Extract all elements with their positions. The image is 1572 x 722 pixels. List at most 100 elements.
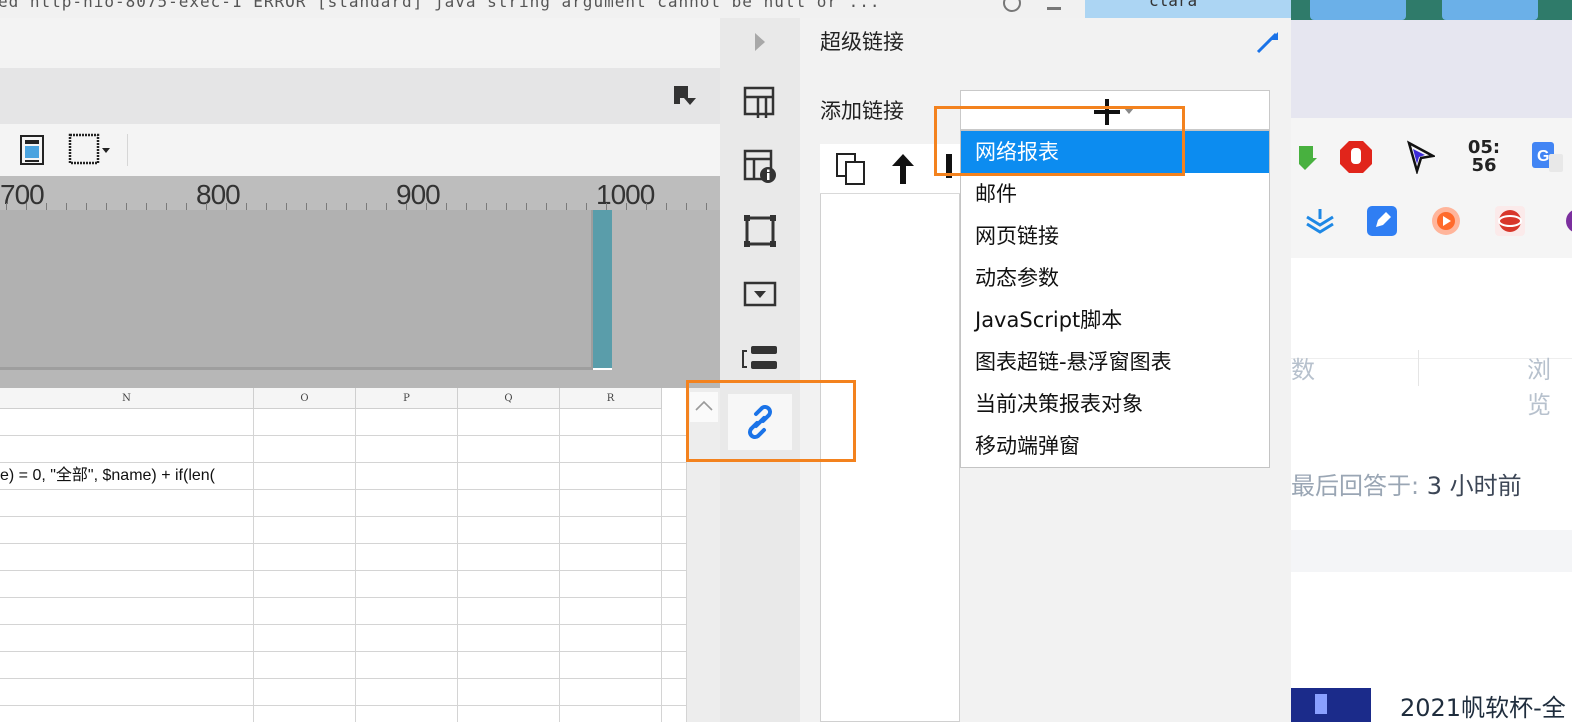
grid-cell[interactable]: [458, 436, 560, 463]
grid-cell[interactable]: [560, 652, 662, 679]
grid-cell[interactable]: [0, 517, 254, 544]
grid-cell[interactable]: [662, 463, 687, 490]
cell-attribute-button[interactable]: [740, 82, 780, 122]
cursor-icon[interactable]: [1403, 140, 1437, 174]
grid-cell[interactable]: [560, 409, 662, 436]
window-tab[interactable]: clara: [1085, 0, 1291, 18]
grid-cell[interactable]: [254, 598, 356, 625]
note-icon[interactable]: [1365, 204, 1399, 238]
image-tool-button[interactable]: [18, 132, 46, 168]
grid-cell[interactable]: [560, 517, 662, 544]
collapse-panel-button[interactable]: [740, 22, 780, 62]
download-icon[interactable]: [1291, 138, 1325, 172]
browser-tab[interactable]: [1310, 0, 1406, 20]
grid-cell[interactable]: [254, 490, 356, 517]
menu-item-web-link[interactable]: 网页链接: [961, 215, 1269, 257]
grid-cell[interactable]: [0, 679, 254, 706]
grid-cell[interactable]: [356, 706, 458, 722]
column-header-r[interactable]: R: [560, 388, 662, 409]
menu-item-chart-hover[interactable]: 图表超链-悬浮窗图表: [961, 341, 1269, 383]
search-icon[interactable]: [1003, 0, 1021, 12]
grid-cell[interactable]: [662, 436, 687, 463]
grid-cell[interactable]: [356, 463, 458, 490]
column-header-o[interactable]: O: [254, 388, 356, 409]
menu-item-mobile-popup[interactable]: 移动端弹窗: [961, 425, 1269, 467]
grid-cell[interactable]: [662, 571, 687, 598]
grid-cell[interactable]: [662, 517, 687, 544]
grid-cell[interactable]: [254, 544, 356, 571]
grid-cell[interactable]: [254, 571, 356, 598]
layers-icon[interactable]: [1303, 204, 1337, 238]
grid-cell[interactable]: [458, 571, 560, 598]
grid-cell[interactable]: [560, 598, 662, 625]
grid-cell[interactable]: [356, 517, 458, 544]
grid-cell[interactable]: [356, 598, 458, 625]
widget-frame-button[interactable]: [740, 211, 780, 251]
grid-cell[interactable]: [560, 490, 662, 517]
grid-cell[interactable]: [356, 490, 458, 517]
grid-cell[interactable]: [0, 436, 254, 463]
grid-cell[interactable]: [0, 706, 254, 722]
article-thumbnail[interactable]: [1291, 688, 1371, 722]
dropdown-menu-icon[interactable]: [672, 84, 698, 108]
grid-cell[interactable]: [458, 463, 560, 490]
grid-cell[interactable]: [560, 679, 662, 706]
grid-cell[interactable]: [458, 409, 560, 436]
menu-item-email[interactable]: 邮件: [961, 173, 1269, 215]
grid-cell[interactable]: [356, 409, 458, 436]
grid-cell[interactable]: [0, 490, 254, 517]
grid-cell[interactable]: [662, 409, 687, 436]
grid-cell[interactable]: [0, 544, 254, 571]
grid-cell[interactable]: [560, 706, 662, 722]
grid-cell[interactable]: [458, 652, 560, 679]
grid-cell[interactable]: [662, 544, 687, 571]
grid-cell[interactable]: [356, 625, 458, 652]
clock-badge[interactable]: 05: 56: [1467, 139, 1501, 175]
grid-cell[interactable]: [560, 571, 662, 598]
grid-cell[interactable]: [458, 544, 560, 571]
extension-icon[interactable]: [1555, 204, 1572, 238]
arrow-up-icon[interactable]: [890, 152, 916, 186]
grid-cell[interactable]: [662, 490, 687, 517]
bell-icon[interactable]: [1047, 0, 1061, 10]
globe-icon[interactable]: [1493, 204, 1527, 238]
browser-tab[interactable]: [1442, 0, 1538, 20]
grid-cell[interactable]: [356, 544, 458, 571]
grid-cell[interactable]: [0, 598, 254, 625]
grid-cell[interactable]: [356, 679, 458, 706]
menu-item-dynamic-param[interactable]: 动态参数: [961, 257, 1269, 299]
grid-cell[interactable]: [662, 706, 687, 722]
grid-cell[interactable]: [254, 625, 356, 652]
border-tool-button[interactable]: [66, 132, 114, 168]
menu-item-javascript[interactable]: JavaScript脚本: [961, 299, 1269, 341]
stop-hand-icon[interactable]: [1339, 140, 1373, 174]
grid-cell[interactable]: [560, 436, 662, 463]
copy-icon[interactable]: [834, 152, 868, 186]
grid-cell[interactable]: [560, 625, 662, 652]
grid-cell[interactable]: [662, 625, 687, 652]
grid-cell[interactable]: [458, 706, 560, 722]
article-title[interactable]: 2021帆软杯-全: [1400, 688, 1566, 722]
pin-icon[interactable]: [1254, 30, 1280, 56]
grid-cell[interactable]: [662, 652, 687, 679]
grid-cell[interactable]: [254, 517, 356, 544]
grid-cell[interactable]: [662, 598, 687, 625]
grid-cell[interactable]: [560, 463, 662, 490]
grid-cell[interactable]: [458, 517, 560, 544]
column-header-p[interactable]: P: [356, 388, 458, 409]
grid-cell[interactable]: [254, 436, 356, 463]
grid-cell[interactable]: [560, 544, 662, 571]
report-canvas[interactable]: [0, 210, 593, 370]
grid-cell[interactable]: [254, 679, 356, 706]
translate-icon[interactable]: G: [1531, 140, 1565, 174]
cell-info-button[interactable]: [740, 146, 780, 186]
grid-cell[interactable]: [458, 679, 560, 706]
formula-cell[interactable]: e) = 0, "全部", $name) + if(len(: [0, 463, 254, 490]
column-header-q[interactable]: Q: [458, 388, 560, 409]
grid-cell[interactable]: [0, 625, 254, 652]
grid-cell[interactable]: [356, 652, 458, 679]
grid-cell[interactable]: [356, 436, 458, 463]
grid-cell[interactable]: [458, 625, 560, 652]
grid-cell[interactable]: [0, 571, 254, 598]
spreadsheet-grid[interactable]: N O P Q R e) = 0, "全部", $name) + if(len(: [0, 388, 687, 722]
